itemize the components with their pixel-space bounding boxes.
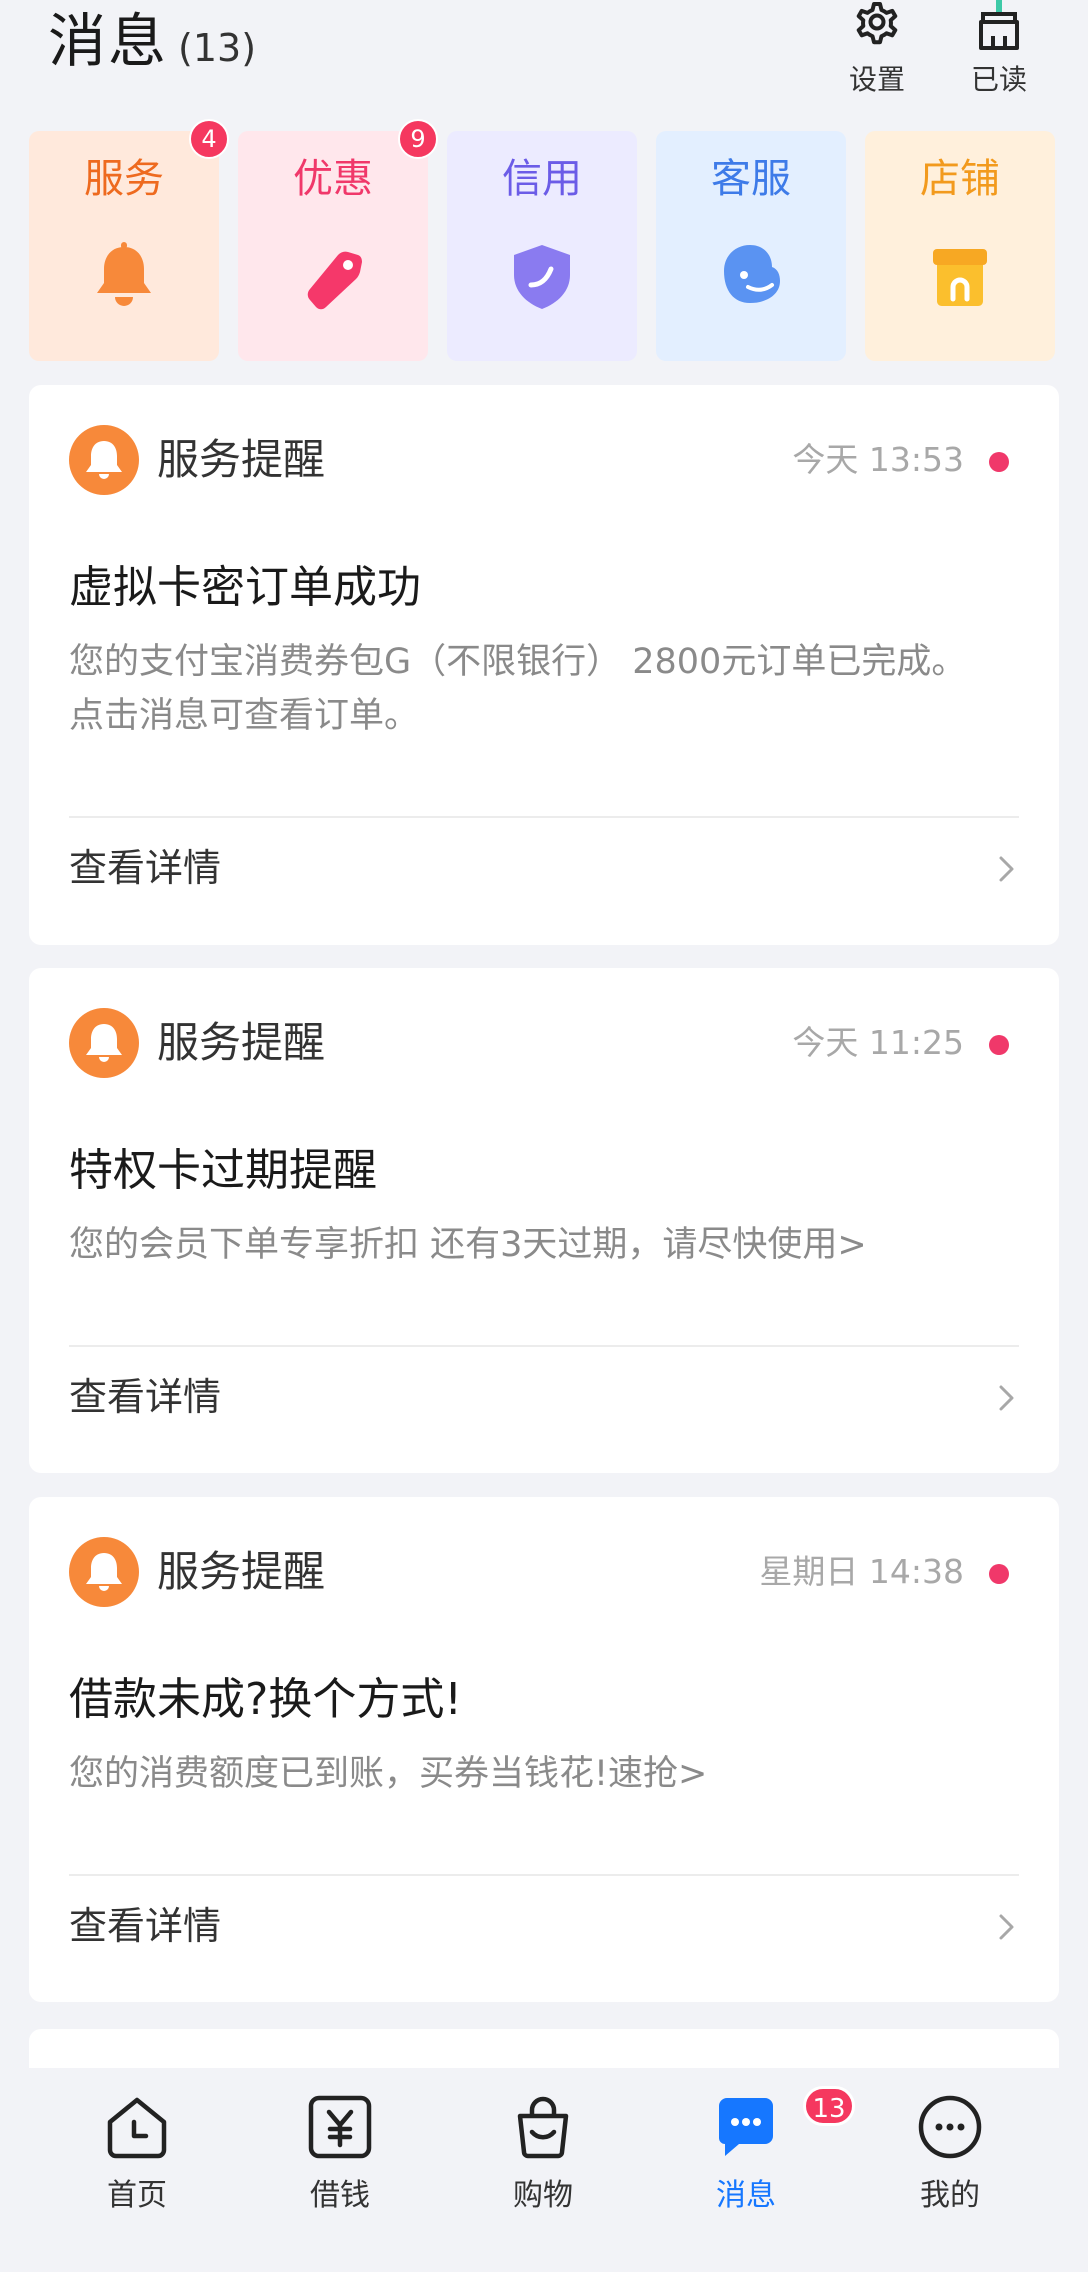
view-details-link[interactable]: 查看详情 [69, 818, 1019, 918]
message-category-row: 服务 4 优惠 9 信用 客服 店铺 [29, 119, 1059, 361]
tab-label: 我的 [920, 2178, 980, 2213]
unread-dot [989, 1035, 1009, 1055]
mark-all-read-button[interactable]: 已读 [944, 0, 1054, 98]
view-details-link[interactable]: 查看详情 [69, 1876, 1019, 1976]
message-icon [719, 2098, 773, 2156]
message-title: 借款未成?换个方式! [69, 1674, 462, 1725]
message-card[interactable]: 服务提醒 今天 11:25 特权卡过期提醒 您的会员下单专享折扣 还有3天过期，… [29, 968, 1059, 1473]
message-card-header: 服务提醒 星期日 14:38 [69, 1537, 1019, 1607]
message-card[interactable]: 服务提醒 今天 13:53 虚拟卡密订单成功 您的支付宝消费券包G（不限银行） … [29, 385, 1059, 945]
bell-avatar-icon [69, 425, 139, 495]
category-label: 优惠 [293, 156, 373, 202]
category-badge: 9 [398, 119, 438, 159]
category-label: 信用 [502, 156, 582, 202]
page-title-text: 消息 [48, 7, 169, 75]
profile-dots-icon [918, 2095, 982, 2159]
tab-badge: 13 [803, 2086, 855, 2126]
tab-label: 消息 [716, 2178, 776, 2213]
read-all-label: 已读 [970, 63, 1027, 96]
tab-label: 购物 [513, 2178, 573, 2213]
shopping-bag-icon [517, 2096, 569, 2159]
view-details-label: 查看详情 [69, 846, 222, 890]
category-shop[interactable]: 店铺 [865, 131, 1055, 361]
message-description: 您的支付宝消费券包G（不限银行） 2800元订单已完成。点击消息可查看订单。 [69, 642, 967, 736]
category-label: 服务 [84, 156, 164, 202]
message-title: 虚拟卡密订单成功 [69, 562, 421, 613]
category-label: 客服 [711, 156, 791, 202]
broom-icon [979, 0, 1019, 50]
message-description: 您的消费额度已到账，买券当钱花!速抢> [69, 1754, 708, 1794]
shield-icon [514, 245, 570, 309]
message-time: 星期日 14:38 [759, 1552, 964, 1591]
category-offers[interactable]: 优惠 9 [238, 119, 438, 361]
tab-shopping[interactable]: 购物 [463, 2092, 623, 2216]
tab-label: 首页 [107, 2178, 167, 2213]
chat-face-icon [724, 245, 780, 303]
category-label: 店铺 [920, 156, 1000, 202]
chevron-right-icon [999, 1914, 1014, 1940]
tab-home[interactable]: 首页 [57, 2092, 217, 2216]
message-icon-wrap: 13 [711, 2086, 855, 2162]
category-customer-service[interactable]: 客服 [656, 131, 846, 361]
tag-icon [307, 251, 362, 310]
category-badge: 4 [189, 119, 229, 159]
message-source: 服务提醒 [157, 1018, 326, 1067]
yuan-icon [308, 2095, 372, 2159]
category-credit[interactable]: 信用 [447, 131, 637, 361]
settings-label: 设置 [848, 63, 905, 96]
page-title: 消息 (13) [48, 6, 256, 83]
message-source: 服务提醒 [157, 435, 326, 484]
message-time: 今天 11:25 [792, 1023, 964, 1062]
message-source: 服务提醒 [157, 1547, 326, 1596]
view-details-label: 查看详情 [69, 1904, 222, 1948]
tab-profile[interactable]: 我的 [870, 2092, 1030, 2216]
message-description: 您的会员下单专享折扣 还有3天过期，请尽快使用> [69, 1225, 867, 1265]
message-title: 特权卡过期提醒 [69, 1145, 377, 1196]
bottom-tab-bar: 首页 借钱 购物 13 消息 我的 [0, 2068, 1088, 2272]
view-details-link[interactable]: 查看详情 [69, 1347, 1019, 1447]
unread-dot [989, 1564, 1009, 1584]
bell-icon [97, 242, 151, 306]
chevron-right-icon [999, 1385, 1014, 1411]
unread-dot [989, 452, 1009, 472]
bell-avatar-icon [69, 1008, 139, 1078]
tab-messages[interactable]: 13 消息 [666, 2086, 855, 2216]
tab-borrow[interactable]: 借钱 [260, 2092, 420, 2216]
shop-icon [933, 249, 987, 306]
page-header: 消息 (13) 设置 已读 [0, 0, 1088, 110]
message-time: 今天 13:53 [792, 440, 964, 479]
chevron-right-icon [999, 856, 1014, 882]
settings-button[interactable]: 设置 [822, 0, 932, 98]
home-clock-icon [107, 2097, 167, 2159]
bell-avatar-icon [69, 1537, 139, 1607]
tab-label: 借钱 [310, 2178, 370, 2213]
message-card-header: 服务提醒 今天 13:53 [69, 425, 1019, 495]
gear-icon [856, 2, 898, 45]
category-service[interactable]: 服务 4 [29, 119, 229, 361]
message-card-header: 服务提醒 今天 11:25 [69, 1008, 1019, 1078]
message-card[interactable]: 服务提醒 星期日 14:38 借款未成?换个方式! 您的消费额度已到账，买券当钱… [29, 1497, 1059, 2002]
message-count: (13) [178, 26, 257, 70]
view-details-label: 查看详情 [69, 1375, 222, 1419]
